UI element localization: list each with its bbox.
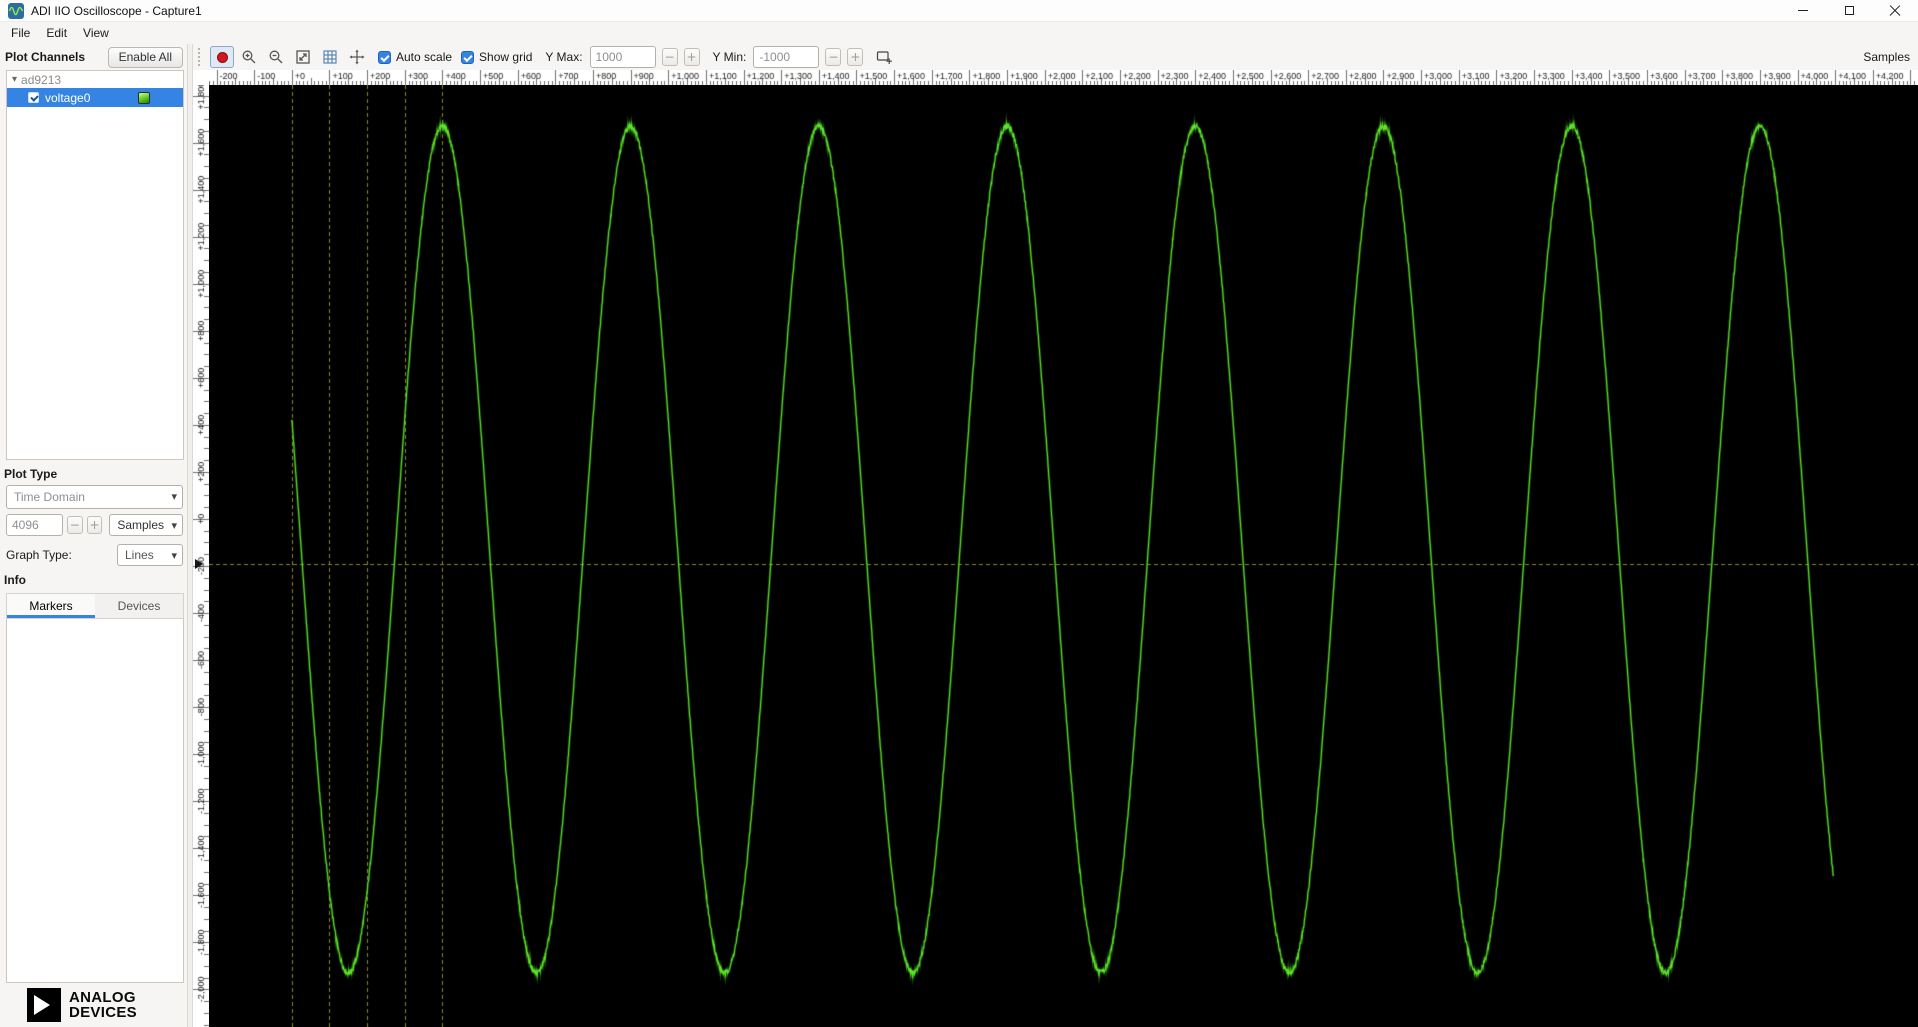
- y-min-input[interactable]: [753, 46, 820, 68]
- close-button[interactable]: [1872, 0, 1918, 21]
- channels-panel: Plot Channels Enable All ▾ ad9213 voltag…: [0, 44, 187, 1027]
- y-min-increment-button[interactable]: +: [847, 48, 864, 66]
- grid-button[interactable]: [318, 46, 342, 68]
- app-icon: [8, 2, 24, 19]
- info-tabs: Markers Devices: [6, 593, 184, 619]
- pan-button[interactable]: [345, 46, 369, 68]
- info-content: [6, 619, 184, 983]
- zoom-fit-icon: [296, 50, 310, 64]
- record-icon: [216, 51, 228, 63]
- show-grid-checkbox[interactable]: [461, 50, 475, 64]
- plot-type-label: Plot Type: [4, 467, 58, 481]
- channel-tree: ▾ ad9213 voltage0: [6, 70, 184, 460]
- chevron-down-icon: ▾: [171, 519, 177, 532]
- menubar: File Edit View: [0, 22, 1918, 44]
- minimize-button[interactable]: [1780, 0, 1826, 21]
- auto-scale-label: Auto scale: [396, 50, 453, 64]
- logo-line2: DEVICES: [69, 1004, 137, 1021]
- zoom-out-button[interactable]: [264, 46, 288, 68]
- zoom-in-icon: [242, 50, 256, 64]
- analog-devices-logo-icon: [27, 988, 61, 1022]
- plot-canvas[interactable]: [209, 85, 1918, 1027]
- zoom-fit-button[interactable]: [291, 46, 315, 68]
- brand-logo: ANALOG DEVICES: [0, 983, 187, 1027]
- x-axis-unit-label: Samples: [1863, 50, 1910, 64]
- plot-region: [193, 70, 1918, 1027]
- show-grid-label: Show grid: [479, 50, 533, 64]
- menu-file[interactable]: File: [3, 24, 38, 42]
- auto-scale-option[interactable]: Auto scale: [378, 50, 452, 64]
- graph-type-combobox[interactable]: Lines ▾: [117, 544, 183, 566]
- new-plot-icon: [876, 51, 892, 64]
- new-plot-button[interactable]: [872, 46, 896, 68]
- logo-line1: ANALOG: [69, 989, 136, 1006]
- plot-channels-label: Plot Channels: [5, 50, 86, 64]
- chevron-down-icon: ▾: [171, 549, 177, 562]
- y-min-label: Y Min:: [712, 50, 747, 64]
- y-ruler[interactable]: [193, 85, 209, 1027]
- tree-row-device[interactable]: ▾ ad9213: [7, 71, 183, 88]
- sample-count-input[interactable]: [6, 514, 63, 536]
- channel-name: voltage0: [45, 90, 91, 105]
- menu-view[interactable]: View: [75, 24, 117, 42]
- titlebar[interactable]: ADI IIO Oscilloscope - Capture1: [0, 0, 1918, 22]
- menu-edit[interactable]: Edit: [38, 24, 75, 42]
- grid-icon: [323, 50, 337, 64]
- capture-toggle-button[interactable]: [210, 46, 234, 68]
- ruler-corner: [193, 70, 209, 85]
- window-title: ADI IIO Oscilloscope - Capture1: [31, 3, 202, 18]
- enable-all-button[interactable]: Enable All: [107, 46, 183, 68]
- y-max-label: Y Max:: [545, 50, 583, 64]
- sample-count-decrement-button[interactable]: −: [67, 516, 83, 534]
- y-max-input[interactable]: [589, 46, 656, 68]
- minimize-icon: [1798, 10, 1808, 11]
- graph-type-value: Lines: [125, 548, 154, 562]
- move-crosshair-icon: [349, 49, 365, 65]
- zoom-in-button[interactable]: [237, 46, 261, 68]
- x-ruler[interactable]: [209, 70, 1918, 85]
- sample-count-increment-button[interactable]: +: [86, 516, 103, 534]
- plot-type-value: Time Domain: [14, 490, 85, 504]
- tab-markers[interactable]: Markers: [7, 594, 95, 618]
- y-max-decrement-button[interactable]: −: [661, 48, 678, 66]
- channel-color-swatch[interactable]: [138, 91, 150, 104]
- plot-type-combobox[interactable]: Time Domain ▾: [6, 485, 183, 509]
- maximize-icon: [1844, 6, 1854, 15]
- tree-row-channel[interactable]: voltage0: [7, 88, 183, 107]
- auto-scale-checkbox[interactable]: [378, 50, 391, 64]
- show-grid-option[interactable]: Show grid: [461, 50, 532, 64]
- tab-devices[interactable]: Devices: [95, 594, 183, 618]
- graph-type-label: Graph Type:: [6, 548, 72, 562]
- y-max-increment-button[interactable]: +: [683, 48, 700, 66]
- sample-unit-value: Samples: [117, 518, 164, 532]
- y-min-decrement-button[interactable]: −: [825, 48, 842, 66]
- sample-unit-combobox[interactable]: Samples ▾: [109, 514, 183, 536]
- device-name: ad9213: [21, 72, 62, 87]
- zoom-out-icon: [269, 50, 283, 64]
- toolbar-drag-handle-icon[interactable]: [198, 48, 203, 66]
- maximize-button[interactable]: [1826, 0, 1872, 21]
- expander-icon[interactable]: ▾: [12, 74, 17, 85]
- y-marker-arrow[interactable]: [195, 558, 203, 569]
- chevron-down-icon: ▾: [171, 490, 177, 503]
- close-icon: [1889, 5, 1901, 17]
- info-label: Info: [4, 573, 26, 587]
- plot-toolbar: Auto scale Show grid Y Max: − + Y Min: −…: [193, 44, 1918, 70]
- channel-checkbox[interactable]: [28, 92, 39, 103]
